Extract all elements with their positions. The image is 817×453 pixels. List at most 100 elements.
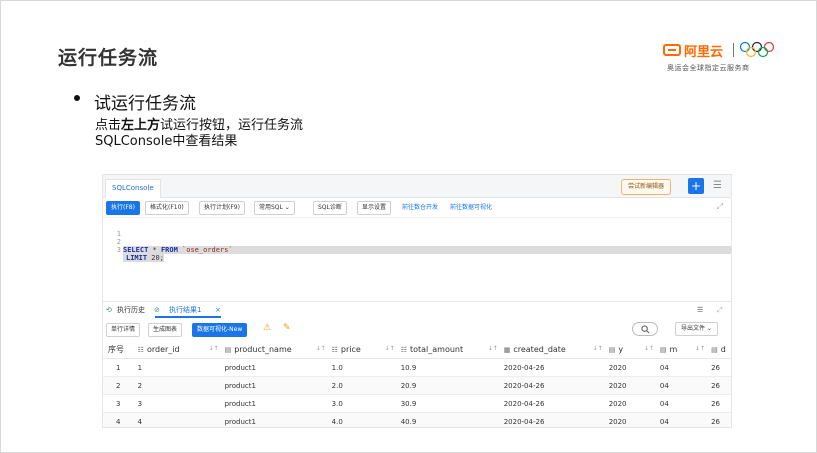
code-text: SELECT * FROM `ose_orders` <box>123 246 731 254</box>
keyword: LIMIT <box>126 254 148 262</box>
expand-results-icon[interactable]: ⤢ <box>717 305 723 315</box>
sort-icon[interactable]: ↓↑ <box>593 345 603 352</box>
goto-data-viz-link[interactable]: 前往数据可视化 <box>450 202 492 214</box>
table-cell: 2.0 <box>331 376 401 395</box>
brand-mark: 阿里云 <box>663 40 723 60</box>
table-row[interactable]: 4 4 product1 4.0 40.9 2020-04-26 2020 04… <box>103 412 731 427</box>
data-viz-new-button[interactable]: 数据可视化-New <box>192 323 248 337</box>
column-header-label: product_name <box>234 344 292 354</box>
table-cell: 3 <box>103 394 138 413</box>
column-header-label: total_amount <box>409 344 464 354</box>
sql-editor[interactable]: 1 2 SELECT * FROM `ose_orders` 3 LIMIT 2… <box>103 217 731 298</box>
field-list-icon: ☷ <box>400 345 407 354</box>
list-view-icon[interactable]: ☰ <box>697 305 703 315</box>
tab-exec-history[interactable]: 执行历史 <box>117 305 145 315</box>
table-cell: 04 <box>659 412 712 427</box>
table-cell: 2020 <box>608 412 660 427</box>
table-cell: 2020-04-26 <box>503 394 609 413</box>
text-field-icon: ▤ <box>659 345 667 354</box>
brand-name: 阿里云 <box>684 44 724 60</box>
tab-sqlconsole[interactable]: SQLConsole <box>105 179 161 198</box>
table-cell: 2020 <box>608 394 660 413</box>
table-cell: 04 <box>659 394 712 413</box>
column-header[interactable]: ▤ m ↓↑ <box>659 340 712 359</box>
slide-title: 运行任务流 <box>58 47 159 69</box>
code-line: 2 SELECT * FROM `ose_orders` <box>103 230 731 254</box>
try-new-editor-button[interactable]: 尝试新编辑器 <box>621 179 672 195</box>
results-table: 序号 ☷ order_id ↓↑ ▤ product_name ↓↑ ☷ price ↓↑ … <box>103 340 731 427</box>
field-list-icon: ☷ <box>331 345 338 354</box>
table-cell: 04 <box>659 358 712 377</box>
format-button[interactable]: 格式化(F10) <box>145 201 189 215</box>
close-tab-icon[interactable]: × <box>215 305 221 315</box>
tab-exec-result-1[interactable]: 执行结果1 <box>169 305 201 315</box>
export-file-dropdown[interactable]: 导出文件 ⌄ <box>675 322 718 336</box>
column-header[interactable]: ▦ created_date ↓↑ <box>503 340 609 359</box>
table-cell: 2020-04-26 <box>503 358 609 377</box>
code-text: LIMIT 20; <box>123 254 164 262</box>
column-header[interactable]: ☷ order_id ↓↑ <box>137 340 225 359</box>
editor-toolbar: 执行(F8) 格式化(F10) 执行计划(F9) 常用SQL ⌄ SQL诊断 显… <box>103 198 731 215</box>
magnifier-icon <box>640 325 649 334</box>
table-cell: 2020-04-26 <box>503 376 609 395</box>
column-header[interactable]: ▤ y ↓↑ <box>608 340 660 359</box>
row-detail-button[interactable]: 单行详情 <box>106 323 141 337</box>
expand-icon[interactable]: ⤢ <box>717 202 723 212</box>
table-cell: 26 <box>711 376 731 395</box>
table-row[interactable]: 2 2 product1 2.0 20.9 2020-04-26 2020 04… <box>103 376 731 395</box>
table-cell: 26 <box>711 394 731 413</box>
brush-icon[interactable]: ✎ <box>283 323 291 333</box>
code-line: 1 <box>103 222 128 238</box>
active-tab-underline <box>155 316 221 318</box>
column-header-label: d <box>720 344 726 354</box>
table-cell: 1.0 <box>331 358 401 377</box>
code-token: 20; <box>147 254 164 262</box>
code-token: * <box>148 246 161 254</box>
column-header[interactable]: ☷ price ↓↑ <box>331 340 401 359</box>
goto-dw-dev-link[interactable]: 前往数仓开发 <box>402 202 438 214</box>
calendar-icon: ▦ <box>503 345 511 354</box>
sort-icon[interactable]: ↓↑ <box>695 345 705 352</box>
run-button[interactable]: 执行(F8) <box>106 201 140 215</box>
table-identifier: `ose_orders` <box>177 246 233 254</box>
common-sql-dropdown[interactable]: 常用SQL ⌄ <box>254 201 295 215</box>
column-header[interactable]: ▤ d <box>711 340 731 359</box>
generate-chart-button[interactable]: 生成图表 <box>148 323 183 337</box>
column-header[interactable]: ▤ product_name ↓↑ <box>224 340 332 359</box>
bullet-heading: 试运行任务流 <box>94 94 196 114</box>
table-cell: 1 <box>103 358 138 377</box>
logo-divider <box>733 43 734 57</box>
table-cell: 20.9 <box>400 376 504 395</box>
column-header-label: y <box>618 344 624 354</box>
sqlconsole-screenshot: SQLConsole 尝试新编辑器 + ☰ 执行(F8) 格式化(F10) 执行… <box>102 174 732 428</box>
console-tabbar: SQLConsole 尝试新编辑器 + ☰ <box>103 175 731 198</box>
history-icon: ⟲ <box>106 306 112 314</box>
table-cell: 3 <box>137 394 225 413</box>
exec-plan-button[interactable]: 执行计划(F9) <box>199 201 245 215</box>
menu-icon[interactable]: ☰ <box>713 180 723 192</box>
sort-icon[interactable]: ↓↑ <box>644 345 654 352</box>
column-header[interactable]: 序号 <box>103 340 138 359</box>
sort-icon[interactable]: ↓↑ <box>209 345 219 352</box>
table-row[interactable]: 3 3 product1 3.0 30.9 2020-04-26 2020 04… <box>103 394 731 413</box>
sql-diagnose-button[interactable]: SQL诊断 <box>313 201 347 215</box>
warning-icon[interactable]: ⚠ <box>263 323 271 333</box>
table-cell: product1 <box>224 412 332 427</box>
sort-icon[interactable]: ↓↑ <box>316 345 326 352</box>
display-settings-button[interactable]: 显示设置 <box>357 201 392 215</box>
table-cell: 2020 <box>608 358 660 377</box>
table-cell: 30.9 <box>400 394 504 413</box>
search-icon[interactable] <box>632 322 658 336</box>
table-cell: 26 <box>711 358 731 377</box>
table-cell: 2 <box>103 376 138 395</box>
table-row[interactable]: 1 1 product1 1.0 10.9 2020-04-26 2020 04… <box>103 358 731 377</box>
sort-icon[interactable]: ↓↑ <box>488 345 498 352</box>
table-cell: 2 <box>137 376 225 395</box>
table-cell: 40.9 <box>400 412 504 427</box>
sort-icon[interactable]: ↓↑ <box>385 345 395 352</box>
column-header[interactable]: ☷ total_amount ↓↑ <box>400 340 504 359</box>
add-tab-button[interactable]: + <box>688 178 704 194</box>
table-cell: product1 <box>224 358 332 377</box>
aliyun-bracket-icon <box>663 44 681 56</box>
column-header-label: created_date <box>513 344 566 354</box>
